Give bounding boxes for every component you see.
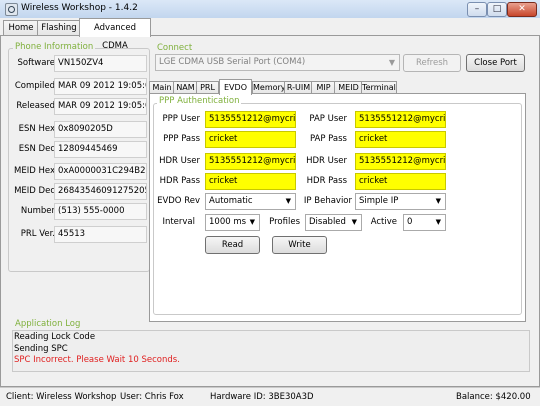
- evdo-rev-value: Automatic: [209, 196, 253, 206]
- app-icon: [5, 3, 18, 16]
- tab-advanced-cdma[interactable]: Advanced CDMA: [79, 18, 151, 51]
- hdr-pass2-input[interactable]: cricket: [355, 173, 446, 190]
- close-button[interactable]: ✕: [507, 2, 537, 17]
- chevron-down-icon: ▼: [285, 197, 291, 205]
- minimize-button[interactable]: –: [467, 2, 487, 17]
- status-user: User: Chris Fox: [120, 392, 184, 402]
- chevron-down-icon: ▼: [435, 197, 441, 205]
- number-value: (513) 555-0000: [54, 203, 147, 220]
- esn-dec-label: ESN Dec: [18, 144, 55, 154]
- compiled-value: MAR 09 2012 19:05:03: [54, 78, 147, 95]
- status-client: Client: Wireless Workshop: [6, 392, 117, 402]
- pap-user-input[interactable]: 5135551212@mycrick: [355, 111, 446, 128]
- ppp-user-label: PPP User: [162, 114, 200, 124]
- close-port-button[interactable]: Close Port: [466, 54, 525, 72]
- active-label: Active: [370, 217, 397, 227]
- connect-title: Connect: [155, 43, 195, 53]
- number-label: Number: [20, 206, 55, 216]
- status-balance: Balance: $420.00: [456, 392, 531, 402]
- chevron-down-icon: ▼: [435, 218, 441, 226]
- maximize-button[interactable]: □: [487, 2, 507, 17]
- prl-version-value: 45513: [54, 226, 147, 243]
- ppp-pass-input[interactable]: cricket: [205, 131, 296, 148]
- log-line-error: SPC Incorrect. Please Wait 10 Seconds.: [14, 355, 180, 365]
- app-log-title: Application Log: [13, 319, 83, 329]
- hdr-pass2-label: HDR Pass: [306, 176, 347, 186]
- interval-value: 1000 ms: [209, 217, 247, 227]
- released-value: MAR 09 2012 19:05:03: [54, 98, 147, 115]
- write-button[interactable]: Write: [272, 236, 327, 254]
- chevron-down-icon: ▼: [388, 58, 395, 67]
- tab-home[interactable]: Home: [3, 20, 39, 36]
- esn-hex-value: 0x8090205D: [54, 121, 147, 138]
- ip-behavior-label: IP Behavior: [303, 196, 352, 206]
- pap-user-label: PAP User: [309, 114, 347, 124]
- phone-info-title: Phone Information: [13, 42, 96, 52]
- ppp-user-input[interactable]: 5135551212@mycrick: [205, 111, 296, 128]
- meid-hex-label: MEID Hex: [14, 166, 55, 176]
- tab-flashing[interactable]: Flashing: [37, 20, 81, 36]
- refresh-button[interactable]: Refresh: [403, 54, 461, 72]
- ppp-auth-title: PPP Authentication: [157, 96, 242, 106]
- software-value: VN150ZV4: [54, 55, 147, 72]
- profiles-label: Profiles: [269, 217, 300, 227]
- read-button[interactable]: Read: [205, 236, 260, 254]
- esn-dec-value: 12809445469: [54, 141, 147, 158]
- released-label: Released: [16, 101, 55, 111]
- hdr-user-label: HDR User: [159, 156, 200, 166]
- log-line: Sending SPC: [14, 344, 68, 354]
- pap-pass-label: PAP Pass: [309, 134, 347, 144]
- software-label: Software: [17, 58, 55, 68]
- prl-version-label: PRL Ver.: [20, 229, 55, 239]
- esn-hex-label: ESN Hex: [18, 124, 55, 134]
- ip-behavior-value: Simple IP: [359, 196, 399, 206]
- meid-dec-value: 268435460912752050: [54, 183, 147, 200]
- hdr-user-input[interactable]: 5135551212@mycrick: [205, 153, 296, 170]
- active-value: 0: [407, 217, 413, 227]
- status-hardware-id: Hardware ID: 3BE30A3D: [210, 392, 314, 402]
- profiles-value: Disabled: [309, 217, 346, 227]
- ip-behavior-select[interactable]: Simple IP ▼: [355, 193, 446, 210]
- hdr-pass-label: HDR Pass: [159, 176, 200, 186]
- ppp-pass-label: PPP Pass: [163, 134, 200, 144]
- evdo-rev-label: EVDO Rev: [157, 196, 200, 206]
- evdo-rev-select[interactable]: Automatic ▼: [205, 193, 296, 210]
- port-select-value: LGE CDMA USB Serial Port (COM4): [159, 57, 306, 67]
- meid-dec-label: MEID Dec: [14, 186, 55, 196]
- subtab-evdo[interactable]: EVDO: [219, 79, 252, 95]
- hdr-user2-input[interactable]: 5135551212@mycrick: [355, 153, 446, 170]
- hdr-pass-input[interactable]: cricket: [205, 173, 296, 190]
- window-title: Wireless Workshop - 1.4.2: [21, 3, 138, 13]
- compiled-label: Compiled: [14, 81, 55, 91]
- interval-label: Interval: [162, 217, 195, 227]
- pap-pass-input[interactable]: cricket: [355, 131, 446, 148]
- hdr-user2-label: HDR User: [306, 156, 347, 166]
- port-select[interactable]: LGE CDMA USB Serial Port (COM4) ▼: [155, 54, 400, 71]
- active-select[interactable]: 0 ▼: [403, 214, 446, 231]
- meid-hex-value: 0xA0000031C294B2: [54, 163, 147, 180]
- log-line: Reading Lock Code: [14, 332, 96, 342]
